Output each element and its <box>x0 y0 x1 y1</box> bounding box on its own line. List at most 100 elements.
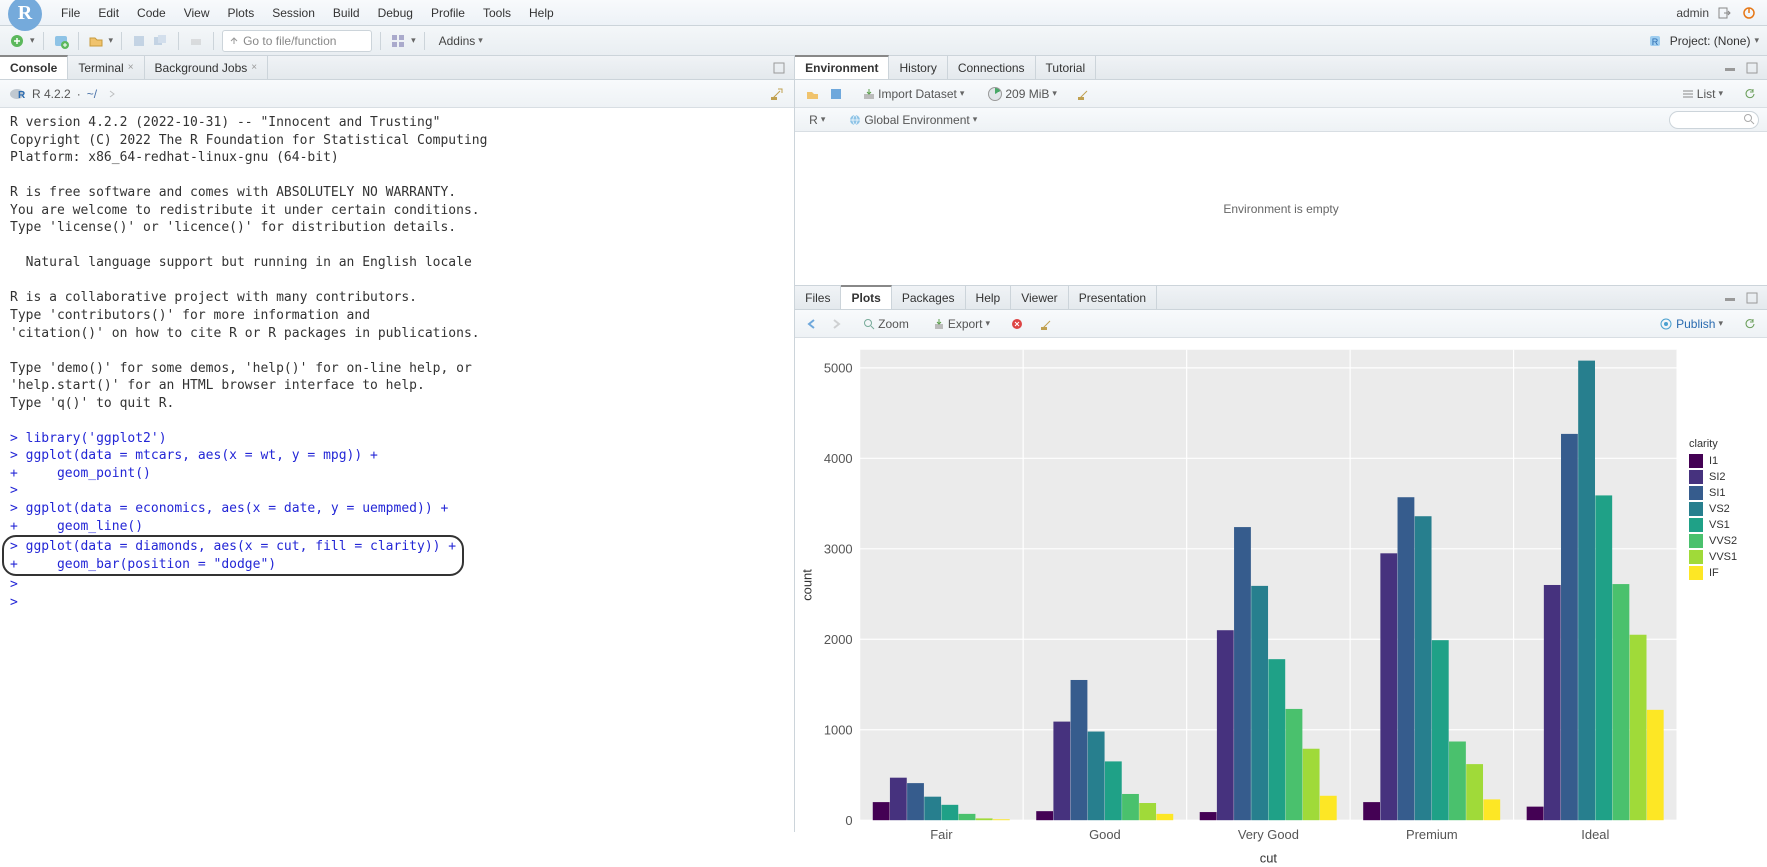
console-line: > ggplot(data = mtcars, aes(x = wt, y = … <box>10 448 378 463</box>
new-file-dropdown[interactable]: ▾ <box>30 35 35 46</box>
memory-usage[interactable]: 209 MiB▾ <box>982 84 1063 104</box>
env-search[interactable] <box>1669 111 1759 129</box>
left-tabs: Console Terminal× Background Jobs× <box>0 56 794 80</box>
menu-profile[interactable]: Profile <box>422 6 474 20</box>
tab-files[interactable]: Files <box>795 286 841 309</box>
rstudio-logo-icon: R <box>8 0 42 31</box>
save-all-icon[interactable] <box>152 32 170 50</box>
menu-debug[interactable]: Debug <box>369 6 422 20</box>
menu-edit[interactable]: Edit <box>89 6 128 20</box>
clear-plots-icon[interactable] <box>1038 315 1056 333</box>
new-project-icon[interactable] <box>52 32 70 50</box>
menu-file[interactable]: File <box>52 6 89 20</box>
menu-help[interactable]: Help <box>520 6 563 20</box>
tab-tutorial[interactable]: Tutorial <box>1036 56 1097 79</box>
legend-swatch <box>1689 502 1703 516</box>
next-plot-icon[interactable] <box>827 315 845 333</box>
goto-file-function-box[interactable]: Go to file/function <box>222 30 372 52</box>
console-line: > library('ggplot2') <box>10 431 167 446</box>
maximize-pane-icon[interactable] <box>770 59 788 77</box>
legend-swatch <box>1689 486 1703 500</box>
maximize-pane-icon[interactable] <box>1743 289 1761 307</box>
legend-item: VVS2 <box>1689 534 1759 548</box>
print-icon[interactable] <box>187 32 205 50</box>
menu-build[interactable]: Build <box>324 6 369 20</box>
prev-plot-icon[interactable] <box>803 315 821 333</box>
console-toolbar: R R 4.2.2 · ~/ <box>0 80 794 108</box>
new-file-icon[interactable] <box>8 32 26 50</box>
tab-history[interactable]: History <box>889 56 947 79</box>
menu-view[interactable]: View <box>175 6 219 20</box>
project-menu[interactable]: Project: (None) ▾ <box>1670 34 1759 48</box>
working-dir-label[interactable]: ~/ <box>87 87 97 101</box>
tab-plots[interactable]: Plots <box>841 285 891 309</box>
svg-text:R: R <box>1652 37 1659 47</box>
addins-dropdown[interactable]: Addins ▾ <box>433 31 489 51</box>
menu-items: File Edit Code View Plots Session Build … <box>52 6 563 20</box>
menu-code[interactable]: Code <box>128 6 175 20</box>
menu-plots[interactable]: Plots <box>219 6 264 20</box>
tab-console[interactable]: Console <box>0 55 68 79</box>
console-prompt[interactable]: > <box>10 595 26 610</box>
maximize-pane-icon[interactable] <box>1743 59 1761 77</box>
close-icon[interactable]: × <box>251 62 257 73</box>
menu-session[interactable]: Session <box>263 6 324 20</box>
tab-viewer[interactable]: Viewer <box>1011 286 1068 309</box>
tab-packages[interactable]: Packages <box>892 286 966 309</box>
legend-title: clarity <box>1689 438 1759 450</box>
import-dataset-dropdown[interactable]: Import Dataset▾ <box>857 84 970 104</box>
plot-toolbar: Zoom Export▾ Publish▾ <box>795 310 1767 338</box>
env-tabs: Environment History Connections Tutorial <box>795 56 1767 80</box>
environment-scope-dropdown[interactable]: Global Environment▾ <box>843 110 983 130</box>
tab-environment[interactable]: Environment <box>795 55 889 79</box>
load-workspace-icon[interactable] <box>803 85 821 103</box>
minimize-pane-icon[interactable] <box>1721 59 1739 77</box>
zoom-button[interactable]: Zoom <box>857 314 915 334</box>
language-dropdown[interactable]: R▾ <box>803 110 831 130</box>
main-toolbar: ▾ ▾ Go to file/function ▾ Addins ▾ R Pro… <box>0 26 1767 56</box>
highlighted-command: > ggplot(data = diamonds, aes(x = cut, f… <box>2 535 464 576</box>
view-mode-dropdown[interactable]: List▾ <box>1676 84 1729 104</box>
tab-presentation[interactable]: Presentation <box>1069 286 1157 309</box>
legend-item: I1 <box>1689 454 1759 468</box>
user-label: admin <box>1676 6 1709 20</box>
legend-swatch <box>1689 454 1703 468</box>
legend-item: SI2 <box>1689 470 1759 484</box>
refresh-icon[interactable] <box>1741 315 1759 333</box>
save-workspace-icon[interactable] <box>827 85 845 103</box>
console-line: > <box>10 577 26 592</box>
refresh-icon[interactable] <box>1741 85 1759 103</box>
grid-dropdown[interactable]: ▾ <box>411 35 416 46</box>
remove-plot-icon[interactable] <box>1008 315 1026 333</box>
minimize-pane-icon[interactable] <box>1721 289 1739 307</box>
console-output[interactable]: R version 4.2.2 (2022-10-31) -- "Innocen… <box>0 108 794 832</box>
r-version-label: R 4.2.2 <box>32 87 71 101</box>
grid-icon[interactable] <box>389 32 407 50</box>
menu-tools[interactable]: Tools <box>474 6 520 20</box>
svg-text:4000: 4000 <box>824 451 853 466</box>
svg-text:count: count <box>800 569 815 601</box>
legend-swatch <box>1689 566 1703 580</box>
legend-item: SI1 <box>1689 486 1759 500</box>
tab-background-jobs[interactable]: Background Jobs× <box>145 56 269 79</box>
console-line: > <box>10 483 26 498</box>
svg-text:Good: Good <box>1089 827 1121 842</box>
tab-connections[interactable]: Connections <box>948 56 1036 79</box>
export-dropdown[interactable]: Export▾ <box>927 314 996 334</box>
clear-console-icon[interactable] <box>768 85 786 103</box>
r-lang-icon: R <box>8 85 26 103</box>
open-file-icon[interactable] <box>87 32 105 50</box>
open-recent-dropdown[interactable]: ▾ <box>109 35 114 46</box>
close-icon[interactable]: × <box>128 62 134 73</box>
publish-dropdown[interactable]: Publish▾ <box>1653 314 1729 334</box>
tab-terminal[interactable]: Terminal× <box>68 56 144 79</box>
chevron-right-icon[interactable] <box>103 85 121 103</box>
save-icon[interactable] <box>130 32 148 50</box>
legend-item: VVS1 <box>1689 550 1759 564</box>
tab-help[interactable]: Help <box>966 286 1012 309</box>
svg-text:3000: 3000 <box>824 541 853 556</box>
signout-icon[interactable] <box>1717 5 1733 21</box>
clear-objects-icon[interactable] <box>1075 85 1093 103</box>
legend-item: IF <box>1689 566 1759 580</box>
power-icon[interactable] <box>1741 5 1757 21</box>
